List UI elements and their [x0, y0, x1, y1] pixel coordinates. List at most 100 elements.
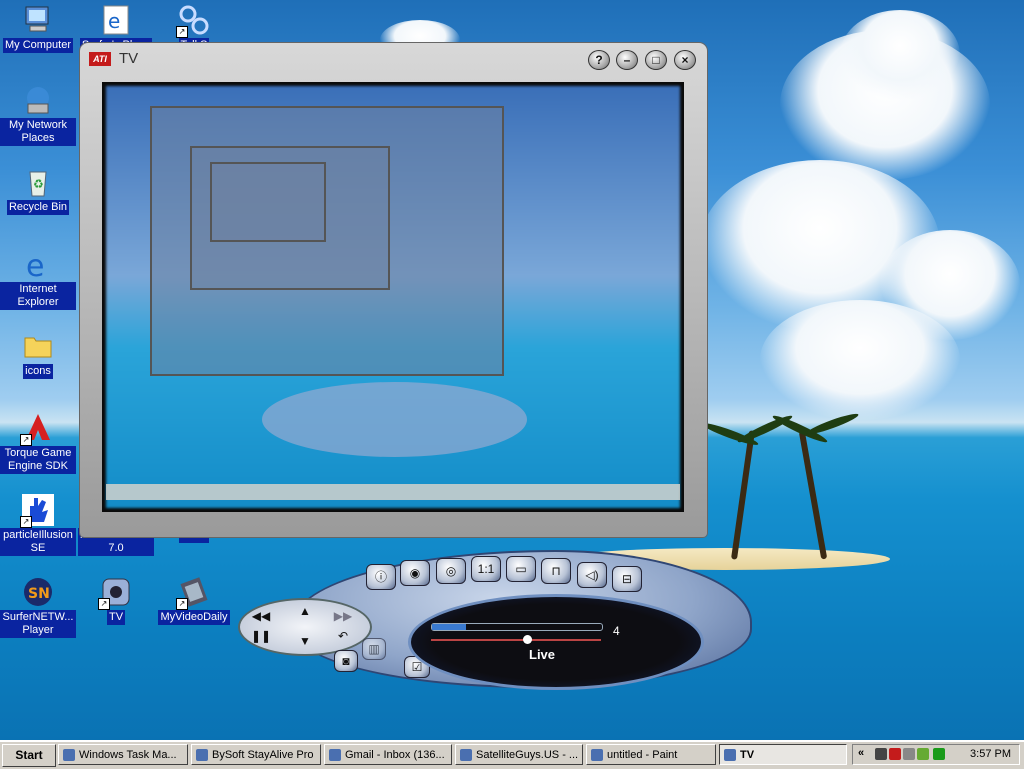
desktop-icon-label: Torque Game Engine SDK — [0, 446, 76, 474]
tv-icon — [724, 749, 736, 761]
taskbar-item-paint[interactable]: untitled - Paint — [586, 744, 716, 765]
taskbar-item-satelliteguys[interactable]: SatelliteGuys.US - ... — [455, 744, 583, 765]
network-icon — [22, 84, 54, 116]
taskbar-item-label: TV — [740, 749, 755, 761]
tv-display — [408, 594, 704, 690]
taskbar-item-label: SatelliteGuys.US - ... — [476, 749, 579, 761]
film-icon: ↗ — [176, 576, 210, 610]
desktop-icon-label: Recycle Bin — [6, 200, 70, 215]
taskbar-item-label: Windows Task Ma... — [79, 749, 177, 761]
desktop-icon-label: particleIllusion SE — [0, 528, 76, 556]
hand-icon: ↗ — [20, 494, 54, 528]
desktop-icon-torque[interactable]: ↗ Torque Game Engine SDK — [0, 412, 76, 474]
svg-text:SN: SN — [28, 586, 50, 602]
volume-tray-icon[interactable] — [903, 748, 915, 760]
show-hidden-icons-button[interactable]: « — [858, 747, 864, 759]
desktop-icon-surfernetwork-player[interactable]: SN SurferNETW... Player — [0, 576, 76, 638]
rewind-icon[interactable]: ◀◀ — [250, 607, 272, 625]
folder-icon — [22, 330, 54, 362]
desktop-icon-internet-explorer[interactable]: e Internet Explorer — [0, 248, 76, 310]
desktop-icon-label: My Computer — [2, 38, 74, 53]
lock-button[interactable]: ⊓ — [541, 558, 571, 584]
volume-button[interactable]: ◁) — [577, 562, 607, 588]
camera-button[interactable]: ◙ — [334, 650, 358, 672]
desktop-icon-particleillusion[interactable]: ↗ particleIllusion SE — [0, 494, 76, 556]
taskbar-item-task-manager[interactable]: Windows Task Ma... — [58, 744, 188, 765]
tv-control-panel[interactable]: ⓘ ◉ ◎ 1:1 ▭ ⊓ ◁) ⊟ ◀◀ ❚❚ ▲ ▼ ▶▶ ↶ ◙ ▥ ☑ … — [238, 546, 758, 696]
pause-icon[interactable]: ❚❚ — [250, 627, 272, 645]
tv-window-titlebar[interactable]: ATI TV ? – □ × — [80, 43, 707, 73]
taskbar-item-label: untitled - Paint — [607, 749, 678, 761]
up-arrow-icon[interactable]: ▲ — [294, 602, 316, 620]
live-indicator: Live — [529, 647, 556, 662]
internet-explorer-icon: e — [22, 248, 54, 284]
svg-text:♻: ♻ — [33, 177, 44, 191]
internet-explorer-icon: e — [100, 4, 132, 36]
task-manager-icon — [63, 749, 75, 761]
computer-icon — [22, 4, 54, 36]
desktop-icon-my-network-places[interactable]: My Network Places — [0, 84, 76, 146]
channel-slider-knob[interactable] — [523, 635, 532, 644]
desktop-icon-my-computer[interactable]: My Computer — [0, 4, 76, 53]
start-button[interactable]: Start — [2, 744, 56, 767]
tv-icon: ↗ — [98, 576, 132, 610]
aspect-ratio-button[interactable]: 1:1 — [471, 556, 501, 582]
system-tray: « 3:57 PM — [852, 744, 1020, 765]
shield-tray-icon[interactable] — [917, 748, 929, 760]
taskbar-item-gmail[interactable]: Gmail - Inbox (136... — [324, 744, 452, 765]
desktop-icon-label: icons — [23, 364, 53, 379]
stayalive-icon — [196, 749, 208, 761]
recycle-bin-icon: ♻ — [22, 166, 54, 198]
desktop-icon-label: MyVideoDaily — [158, 610, 230, 625]
taskbar-item-tv[interactable]: TV — [719, 744, 847, 765]
ati-logo: ATI — [89, 52, 111, 66]
close-button[interactable]: × — [674, 50, 696, 70]
zonealarm-icon[interactable] — [889, 748, 901, 760]
replay-icon[interactable]: ↶ — [332, 627, 354, 645]
down-arrow-icon[interactable]: ▼ — [294, 632, 316, 650]
display-button[interactable]: ▭ — [506, 556, 536, 582]
desktop-icon-label: Internet Explorer — [0, 282, 76, 310]
help-button[interactable]: ? — [588, 50, 610, 70]
settings-button[interactable]: ⊟ — [612, 566, 642, 592]
internet-explorer-icon — [460, 749, 472, 761]
snapshot-button[interactable]: ◎ — [436, 558, 466, 584]
internet-explorer-icon — [329, 749, 341, 761]
tv-window[interactable]: ATI TV ? – □ × — [80, 43, 707, 537]
svg-text:e: e — [26, 249, 44, 280]
tv-video-screen[interactable] — [102, 82, 684, 512]
paint-icon — [591, 749, 603, 761]
maximize-button[interactable]: □ — [645, 50, 667, 70]
minimize-button[interactable]: – — [616, 50, 638, 70]
desktop-icon-icons-folder[interactable]: icons — [0, 330, 76, 379]
svg-text:e: e — [108, 9, 120, 33]
navigation-pad[interactable]: ◀◀ ❚❚ ▲ ▼ ▶▶ ↶ — [238, 598, 372, 656]
volume-slider[interactable] — [431, 623, 603, 631]
desktop-icon-label: SurferNETW... Player — [0, 610, 76, 638]
tv-window-title: TV — [119, 50, 139, 67]
desktop-icon-label: TV — [106, 610, 126, 625]
record-button[interactable]: ◉ — [400, 560, 430, 586]
guide-button[interactable]: ▥ — [362, 638, 386, 660]
status-tray-icon[interactable] — [933, 748, 945, 760]
torque-icon: ↗ — [20, 412, 54, 446]
taskbar-item-label: Gmail - Inbox (136... — [345, 749, 445, 761]
fast-forward-icon[interactable]: ▶▶ — [332, 607, 354, 625]
info-button[interactable]: ⓘ — [366, 564, 396, 590]
talks-icon: ↗ — [176, 4, 210, 38]
desktop-icon-myvideodaily[interactable]: ↗ MyVideoDaily — [156, 576, 232, 625]
recursive-taskbar — [106, 484, 680, 500]
desktop-icon-tv[interactable]: ↗ TV — [78, 576, 154, 625]
volume-level — [432, 624, 466, 630]
network-tray-icon[interactable] — [875, 748, 887, 760]
recursive-screen-frame — [210, 162, 326, 242]
taskbar-item-label: BySoft StayAlive Pro — [212, 749, 314, 761]
recursive-control-panel — [262, 382, 527, 457]
taskbar-item-stayalive[interactable]: BySoft StayAlive Pro — [191, 744, 321, 765]
desktop-icon-recycle-bin[interactable]: ♻ Recycle Bin — [0, 166, 76, 215]
channel-number: 4 — [613, 624, 620, 638]
surfernetwork-icon: SN — [22, 576, 54, 608]
channel-slider[interactable] — [431, 639, 601, 641]
clock[interactable]: 3:57 PM — [970, 745, 1011, 764]
desktop-icon-label: My Network Places — [0, 118, 76, 146]
